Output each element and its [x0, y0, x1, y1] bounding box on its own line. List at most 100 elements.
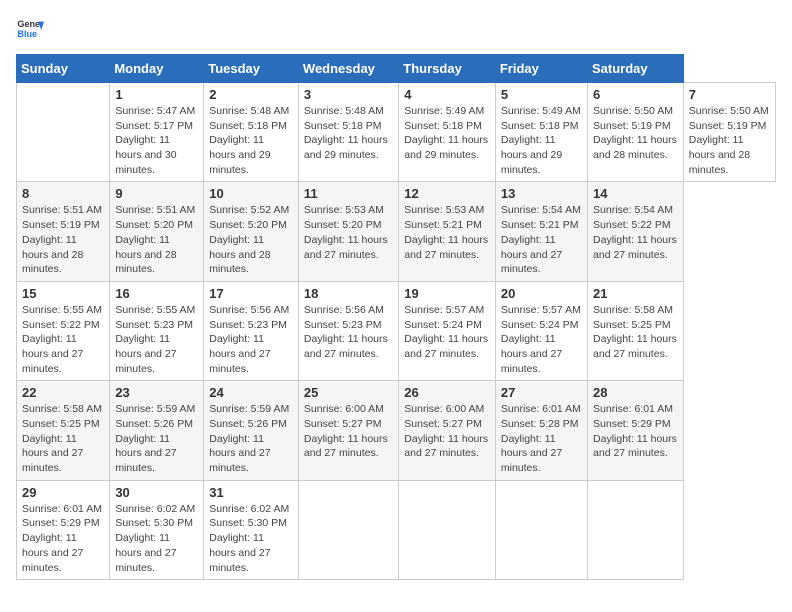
calendar-cell: 10 Sunrise: 5:52 AMSunset: 5:20 PMDaylig… [204, 182, 299, 281]
day-info: Sunrise: 5:55 AMSunset: 5:22 PMDaylight:… [22, 303, 104, 376]
day-info: Sunrise: 5:59 AMSunset: 5:26 PMDaylight:… [115, 402, 198, 475]
day-header-saturday: Saturday [588, 55, 684, 83]
day-info: Sunrise: 5:59 AMSunset: 5:26 PMDaylight:… [209, 402, 293, 475]
day-info: Sunrise: 5:50 AMSunset: 5:19 PMDaylight:… [593, 104, 678, 163]
calendar-cell: 24 Sunrise: 5:59 AMSunset: 5:26 PMDaylig… [204, 381, 299, 480]
day-info: Sunrise: 5:56 AMSunset: 5:23 PMDaylight:… [304, 303, 393, 362]
day-info: Sunrise: 6:02 AMSunset: 5:30 PMDaylight:… [115, 502, 198, 575]
day-number: 13 [501, 186, 582, 201]
calendar-cell: 5 Sunrise: 5:49 AMSunset: 5:18 PMDayligh… [495, 83, 587, 182]
day-header-tuesday: Tuesday [204, 55, 299, 83]
day-number: 1 [115, 87, 198, 102]
calendar-cell: 21 Sunrise: 5:58 AMSunset: 5:25 PMDaylig… [588, 281, 684, 380]
day-info: Sunrise: 6:02 AMSunset: 5:30 PMDaylight:… [209, 502, 293, 575]
calendar-cell: 19 Sunrise: 5:57 AMSunset: 5:24 PMDaylig… [399, 281, 496, 380]
day-info: Sunrise: 5:56 AMSunset: 5:23 PMDaylight:… [209, 303, 293, 376]
day-info: Sunrise: 6:00 AMSunset: 5:27 PMDaylight:… [404, 402, 490, 461]
day-info: Sunrise: 6:01 AMSunset: 5:28 PMDaylight:… [501, 402, 582, 475]
calendar-cell: 8 Sunrise: 5:51 AMSunset: 5:19 PMDayligh… [17, 182, 110, 281]
calendar-cell: 7 Sunrise: 5:50 AMSunset: 5:19 PMDayligh… [683, 83, 775, 182]
day-info: Sunrise: 5:51 AMSunset: 5:19 PMDaylight:… [22, 203, 104, 276]
day-info: Sunrise: 5:49 AMSunset: 5:18 PMDaylight:… [404, 104, 490, 163]
day-number: 12 [404, 186, 490, 201]
calendar-cell: 27 Sunrise: 6:01 AMSunset: 5:28 PMDaylig… [495, 381, 587, 480]
svg-text:Blue: Blue [17, 29, 37, 39]
calendar-cell: 17 Sunrise: 5:56 AMSunset: 5:23 PMDaylig… [204, 281, 299, 380]
page-header: General Blue [16, 16, 776, 44]
calendar-week-row: 15 Sunrise: 5:55 AMSunset: 5:22 PMDaylig… [17, 281, 776, 380]
day-info: Sunrise: 5:57 AMSunset: 5:24 PMDaylight:… [501, 303, 582, 376]
day-info: Sunrise: 5:48 AMSunset: 5:18 PMDaylight:… [304, 104, 393, 163]
day-number: 25 [304, 385, 393, 400]
calendar-cell: 15 Sunrise: 5:55 AMSunset: 5:22 PMDaylig… [17, 281, 110, 380]
day-number: 23 [115, 385, 198, 400]
calendar-cell: 23 Sunrise: 5:59 AMSunset: 5:26 PMDaylig… [110, 381, 204, 480]
day-info: Sunrise: 5:51 AMSunset: 5:20 PMDaylight:… [115, 203, 198, 276]
day-info: Sunrise: 5:58 AMSunset: 5:25 PMDaylight:… [22, 402, 104, 475]
day-info: Sunrise: 5:53 AMSunset: 5:21 PMDaylight:… [404, 203, 490, 262]
day-number: 26 [404, 385, 490, 400]
day-header-monday: Monday [110, 55, 204, 83]
day-header-wednesday: Wednesday [298, 55, 398, 83]
day-number: 8 [22, 186, 104, 201]
calendar-cell: 29 Sunrise: 6:01 AMSunset: 5:29 PMDaylig… [17, 480, 110, 579]
calendar-cell: 31 Sunrise: 6:02 AMSunset: 5:30 PMDaylig… [204, 480, 299, 579]
day-number: 28 [593, 385, 678, 400]
logo-icon: General Blue [16, 16, 44, 44]
day-number: 11 [304, 186, 393, 201]
calendar-cell: 9 Sunrise: 5:51 AMSunset: 5:20 PMDayligh… [110, 182, 204, 281]
day-header-sunday: Sunday [17, 55, 110, 83]
day-number: 2 [209, 87, 293, 102]
calendar-cell: 30 Sunrise: 6:02 AMSunset: 5:30 PMDaylig… [110, 480, 204, 579]
calendar-cell: 26 Sunrise: 6:00 AMSunset: 5:27 PMDaylig… [399, 381, 496, 480]
day-info: Sunrise: 5:57 AMSunset: 5:24 PMDaylight:… [404, 303, 490, 362]
day-info: Sunrise: 5:54 AMSunset: 5:22 PMDaylight:… [593, 203, 678, 262]
day-number: 9 [115, 186, 198, 201]
day-info: Sunrise: 5:55 AMSunset: 5:23 PMDaylight:… [115, 303, 198, 376]
calendar-week-row: 29 Sunrise: 6:01 AMSunset: 5:29 PMDaylig… [17, 480, 776, 579]
calendar-table: SundayMondayTuesdayWednesdayThursdayFrid… [16, 54, 776, 580]
day-info: Sunrise: 5:54 AMSunset: 5:21 PMDaylight:… [501, 203, 582, 276]
calendar-week-row: 1 Sunrise: 5:47 AMSunset: 5:17 PMDayligh… [17, 83, 776, 182]
calendar-cell: 28 Sunrise: 6:01 AMSunset: 5:29 PMDaylig… [588, 381, 684, 480]
day-number: 3 [304, 87, 393, 102]
day-number: 5 [501, 87, 582, 102]
day-info: Sunrise: 6:00 AMSunset: 5:27 PMDaylight:… [304, 402, 393, 461]
day-number: 31 [209, 485, 293, 500]
day-number: 20 [501, 286, 582, 301]
calendar-cell: 3 Sunrise: 5:48 AMSunset: 5:18 PMDayligh… [298, 83, 398, 182]
day-info: Sunrise: 5:47 AMSunset: 5:17 PMDaylight:… [115, 104, 198, 177]
day-number: 17 [209, 286, 293, 301]
calendar-cell [495, 480, 587, 579]
calendar-cell [588, 480, 684, 579]
day-number: 10 [209, 186, 293, 201]
day-number: 14 [593, 186, 678, 201]
day-number: 16 [115, 286, 198, 301]
calendar-week-row: 8 Sunrise: 5:51 AMSunset: 5:19 PMDayligh… [17, 182, 776, 281]
day-number: 7 [689, 87, 770, 102]
calendar-cell: 18 Sunrise: 5:56 AMSunset: 5:23 PMDaylig… [298, 281, 398, 380]
day-number: 22 [22, 385, 104, 400]
calendar-cell: 14 Sunrise: 5:54 AMSunset: 5:22 PMDaylig… [588, 182, 684, 281]
calendar-cell: 22 Sunrise: 5:58 AMSunset: 5:25 PMDaylig… [17, 381, 110, 480]
day-info: Sunrise: 6:01 AMSunset: 5:29 PMDaylight:… [593, 402, 678, 461]
day-info: Sunrise: 5:50 AMSunset: 5:19 PMDaylight:… [689, 104, 770, 177]
day-number: 24 [209, 385, 293, 400]
calendar-cell: 12 Sunrise: 5:53 AMSunset: 5:21 PMDaylig… [399, 182, 496, 281]
day-number: 19 [404, 286, 490, 301]
calendar-cell: 2 Sunrise: 5:48 AMSunset: 5:18 PMDayligh… [204, 83, 299, 182]
calendar-cell: 20 Sunrise: 5:57 AMSunset: 5:24 PMDaylig… [495, 281, 587, 380]
calendar-cell: 16 Sunrise: 5:55 AMSunset: 5:23 PMDaylig… [110, 281, 204, 380]
day-number: 6 [593, 87, 678, 102]
calendar-cell [298, 480, 398, 579]
day-number: 30 [115, 485, 198, 500]
day-number: 29 [22, 485, 104, 500]
day-info: Sunrise: 6:01 AMSunset: 5:29 PMDaylight:… [22, 502, 104, 575]
day-info: Sunrise: 5:52 AMSunset: 5:20 PMDaylight:… [209, 203, 293, 276]
day-number: 18 [304, 286, 393, 301]
day-info: Sunrise: 5:58 AMSunset: 5:25 PMDaylight:… [593, 303, 678, 362]
calendar-week-row: 22 Sunrise: 5:58 AMSunset: 5:25 PMDaylig… [17, 381, 776, 480]
calendar-header-row: SundayMondayTuesdayWednesdayThursdayFrid… [17, 55, 776, 83]
day-header-friday: Friday [495, 55, 587, 83]
calendar-cell: 6 Sunrise: 5:50 AMSunset: 5:19 PMDayligh… [588, 83, 684, 182]
